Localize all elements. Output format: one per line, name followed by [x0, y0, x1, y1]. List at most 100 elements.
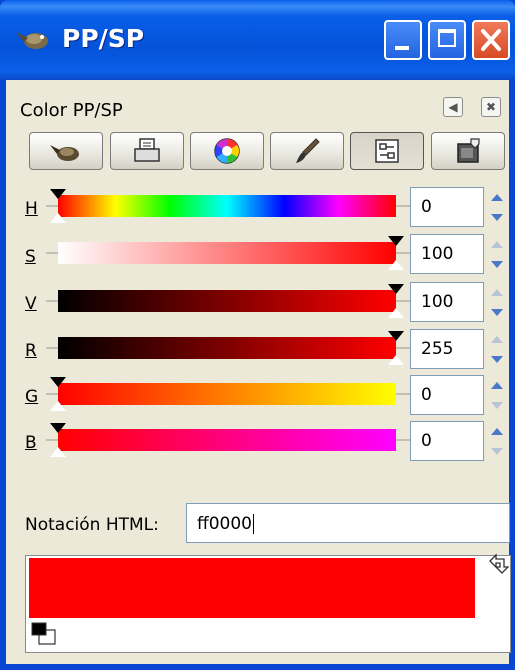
minimize-icon — [395, 46, 409, 50]
green-slider[interactable] — [46, 377, 410, 411]
slider-track — [396, 347, 410, 349]
gimp-selector-tab[interactable] — [29, 132, 103, 170]
html-notation-input[interactable]: ff0000 — [186, 503, 510, 543]
channel-label-b: B — [25, 433, 37, 453]
slider-track — [46, 439, 58, 441]
spin-down-icon[interactable] — [486, 302, 508, 322]
saturation-spinbutton[interactable]: 100 — [410, 234, 484, 274]
slider-marker-top — [50, 377, 66, 387]
close-icon: ✖ — [485, 100, 497, 114]
red-value: 255 — [421, 339, 454, 359]
red-spinbutton[interactable]: 255 — [410, 329, 484, 369]
spin-down-icon[interactable] — [486, 254, 508, 274]
text-caret — [252, 514, 254, 534]
paintbrush-icon — [296, 138, 320, 163]
slider-track — [46, 393, 58, 395]
spin-up-icon[interactable] — [486, 329, 508, 349]
blue-spinbutton[interactable]: 0 — [410, 421, 484, 461]
slider-marker-bottom — [388, 355, 404, 365]
spin-up-icon[interactable] — [486, 187, 508, 207]
close-icon — [481, 29, 501, 51]
value-spinbutton[interactable]: 100 — [410, 282, 484, 322]
red-slider[interactable] — [46, 331, 410, 365]
channel-label-g: G — [25, 387, 39, 407]
spin-up-icon[interactable] — [486, 375, 508, 395]
window-title: PP/SP — [62, 24, 145, 53]
minimize-button[interactable] — [384, 20, 422, 60]
slider-track — [396, 393, 410, 395]
swap-colors-icon[interactable] — [486, 553, 510, 577]
spin-up-icon[interactable] — [486, 282, 508, 302]
palette-icon — [457, 138, 480, 163]
scales-icon — [375, 139, 399, 163]
spin-up-icon[interactable] — [486, 421, 508, 441]
arrow-left-icon: ◀ — [448, 100, 458, 114]
default-colors-icon[interactable] — [29, 620, 59, 648]
blue-spin-arrows[interactable] — [486, 421, 508, 461]
spin-down-icon[interactable] — [486, 207, 508, 227]
red-spin-arrows[interactable] — [486, 329, 508, 369]
channel-label-v: V — [25, 294, 37, 314]
dock-title: Color PP/SP — [20, 100, 123, 121]
slider-track — [396, 252, 410, 254]
slider-track — [396, 439, 410, 441]
palette-selector-tab[interactable] — [431, 132, 505, 170]
spin-down-icon[interactable] — [486, 349, 508, 369]
slider-marker-top — [50, 189, 66, 199]
watercolor-selector-tab[interactable] — [190, 132, 264, 170]
slider-marker-bottom — [388, 260, 404, 270]
slider-marker-top — [50, 423, 66, 433]
maximize-button[interactable] — [428, 20, 466, 60]
slider-track — [46, 205, 58, 207]
blue-value: 0 — [421, 431, 432, 451]
slider-marker-top — [388, 284, 404, 294]
slider-marker-top — [388, 236, 404, 246]
spin-up-icon[interactable] — [486, 234, 508, 254]
slider-marker-bottom — [50, 213, 66, 223]
saturation-slider[interactable] — [46, 236, 410, 270]
slider-track — [46, 252, 58, 254]
channel-label-s: S — [25, 247, 36, 267]
slider-track — [396, 205, 410, 207]
gimp-wilber-icon — [50, 145, 79, 161]
slider-marker-bottom — [50, 447, 66, 457]
spin-down-icon[interactable] — [486, 395, 508, 415]
green-value: 0 — [421, 385, 432, 405]
channel-label-r: R — [25, 341, 37, 361]
green-spin-arrows[interactable] — [486, 375, 508, 415]
html-notation-label: Notación HTML: — [25, 515, 159, 535]
close-button[interactable] — [472, 20, 510, 60]
blue-slider[interactable] — [46, 423, 410, 457]
color-wheel-icon — [214, 138, 240, 164]
green-spinbutton[interactable]: 0 — [410, 375, 484, 415]
hue-spinbutton[interactable]: 0 — [410, 187, 484, 227]
gimp-wilber-icon — [16, 32, 48, 49]
hue-value: 0 — [421, 197, 432, 217]
foreground-color-swatch[interactable] — [29, 558, 475, 618]
html-notation-value: ff0000 — [197, 514, 252, 534]
dock-close-button[interactable]: ✖ — [481, 97, 501, 117]
spin-down-icon[interactable] — [486, 441, 508, 461]
slider-marker-bottom — [50, 401, 66, 411]
maximize-icon — [438, 29, 456, 47]
channel-label-h: H — [25, 199, 38, 219]
hue-slider[interactable] — [46, 189, 410, 223]
value-value: 100 — [421, 292, 454, 312]
slider-track — [46, 300, 58, 302]
saturation-spin-arrows[interactable] — [486, 234, 508, 274]
value-spin-arrows[interactable] — [486, 282, 508, 322]
hue-spin-arrows[interactable] — [486, 187, 508, 227]
printer-icon — [134, 138, 160, 162]
dock-menu-button[interactable]: ◀ — [443, 97, 463, 117]
saturation-value: 100 — [421, 244, 454, 264]
brush-selector-tab[interactable] — [270, 132, 344, 170]
window: PP/SP Color PP/SP ◀ ✖ H 0 S 100 V 100 R … — [0, 0, 515, 670]
title-bar[interactable]: PP/SP — [0, 0, 515, 80]
scales-selector-tab[interactable] — [350, 132, 424, 170]
slider-marker-bottom — [388, 308, 404, 318]
cmyk-selector-tab[interactable] — [110, 132, 184, 170]
slider-marker-top — [388, 331, 404, 341]
value-slider[interactable] — [46, 284, 410, 318]
slider-track — [396, 300, 410, 302]
slider-track — [46, 347, 58, 349]
